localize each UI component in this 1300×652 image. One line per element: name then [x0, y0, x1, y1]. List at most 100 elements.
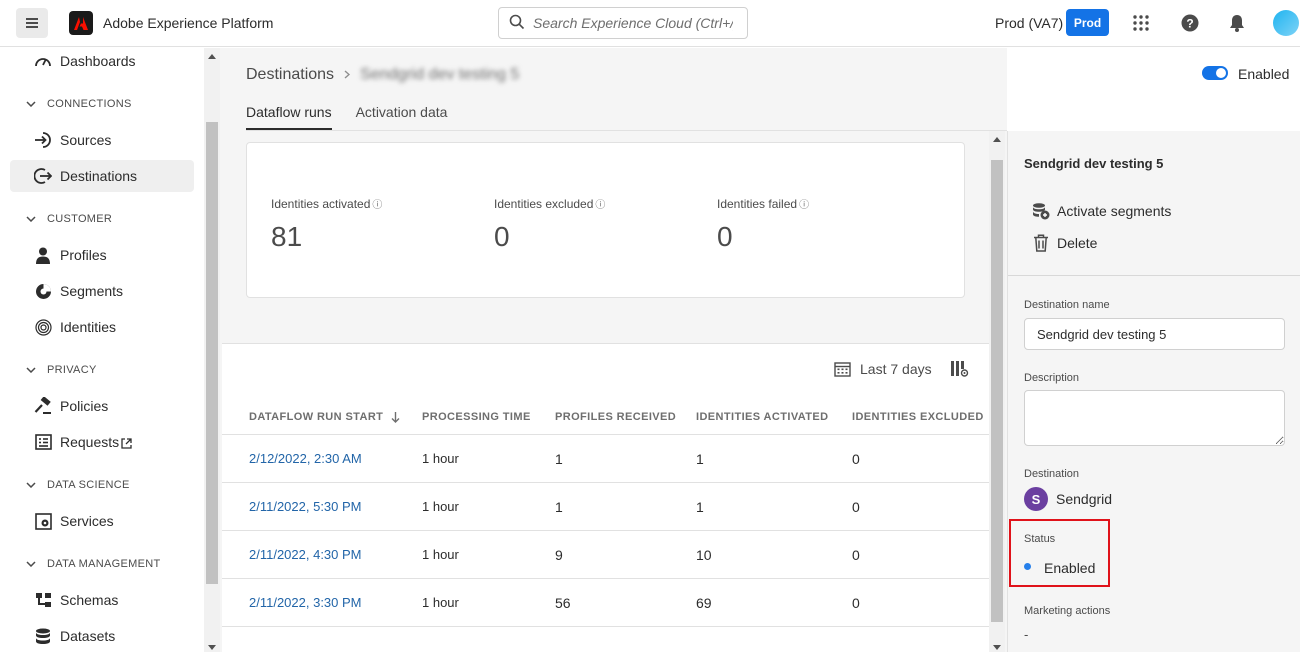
- activate-segments-label: Activate segments: [1057, 203, 1172, 219]
- hamburger-icon: [26, 17, 38, 29]
- run-start-link[interactable]: 2/11/2022, 4:30 PM: [249, 547, 362, 562]
- svg-text:?: ?: [1186, 17, 1193, 31]
- toggle-knob: [1216, 68, 1226, 78]
- column-header-profiles-received[interactable]: PROFILES RECEIVED: [555, 411, 676, 423]
- metric-value: 0: [494, 221, 510, 252]
- chevron-down-icon: [26, 367, 38, 373]
- run-start-link[interactable]: 2/11/2022, 3:30 PM: [249, 595, 362, 610]
- nav-section-customer[interactable]: CUSTOMER: [26, 211, 112, 227]
- sources-icon: [34, 131, 52, 149]
- run-start-link[interactable]: 2/12/2022, 2:30 AM: [249, 451, 362, 466]
- scrollbar-thumb[interactable]: [206, 122, 218, 584]
- sidebar-item-schemas[interactable]: Schemas: [10, 584, 194, 616]
- sidebar-item-label: Policies: [60, 398, 109, 414]
- table-row[interactable]: 2/11/2022, 4:30 PM 1 hour 9 10 0: [222, 531, 989, 579]
- sidebar-item-label: Profiles: [60, 247, 107, 263]
- sidebar-item-destinations[interactable]: Destinations: [10, 160, 194, 192]
- destination-value: Sendgrid: [1056, 491, 1113, 507]
- breadcrumb-destinations-link[interactable]: Destinations: [246, 66, 334, 84]
- nav-section-label: DATA SCIENCE: [47, 479, 130, 491]
- panel-divider: [1008, 275, 1300, 276]
- destination-label: Destination: [1024, 468, 1080, 480]
- processing-time-cell: 1 hour: [422, 595, 459, 610]
- sidebar-item-services[interactable]: Services: [10, 505, 194, 537]
- delete-button[interactable]: Delete: [1032, 234, 1097, 252]
- notifications-icon[interactable]: [1226, 12, 1248, 34]
- services-icon: [34, 512, 52, 530]
- sandbox-badge[interactable]: Prod: [1066, 9, 1109, 36]
- scroll-down-arrow-icon[interactable]: [993, 645, 1001, 650]
- destination-name-input[interactable]: [1024, 318, 1285, 350]
- nav-section-data-management[interactable]: DATA MANAGEMENT: [26, 556, 161, 572]
- identities-activated-cell: 1: [696, 499, 704, 515]
- tab-dataflow-runs[interactable]: Dataflow runs: [246, 104, 332, 130]
- app-title[interactable]: Adobe Experience Platform: [103, 15, 273, 31]
- date-filter[interactable]: Last 7 days: [834, 360, 969, 377]
- user-avatar[interactable]: [1273, 10, 1299, 36]
- adobe-logo-icon[interactable]: [69, 11, 93, 35]
- scroll-up-arrow-icon[interactable]: [208, 54, 216, 59]
- sidebar-item-datasets[interactable]: Datasets: [10, 620, 194, 652]
- search-box[interactable]: [498, 7, 748, 39]
- activate-segments-icon: [1032, 202, 1050, 220]
- status-dot-icon: [1024, 563, 1031, 570]
- main-content: Destinations Sendgrid dev testing 5 Data…: [220, 48, 1007, 652]
- main-scrollbar[interactable]: [989, 131, 1005, 652]
- sidebar-item-segments[interactable]: Segments: [10, 275, 194, 307]
- table-row[interactable]: 2/11/2022, 3:30 PM 1 hour 56 69 0: [222, 579, 989, 627]
- column-header-processing-time[interactable]: PROCESSING TIME: [422, 411, 531, 423]
- nav-section-data-science[interactable]: DATA SCIENCE: [26, 477, 130, 493]
- tab-activation-data[interactable]: Activation data: [356, 104, 448, 130]
- sidebar-scrollbar[interactable]: [204, 48, 220, 652]
- sidebar-item-profiles[interactable]: Profiles: [10, 239, 194, 271]
- info-icon[interactable]: ⓘ: [595, 196, 605, 211]
- identities-excluded-cell: 0: [852, 595, 860, 611]
- fingerprint-icon: [34, 318, 52, 336]
- nav-section-privacy[interactable]: PRIVACY: [26, 362, 97, 378]
- table-row[interactable]: 2/12/2022, 2:30 AM 1 hour 1 1 0: [222, 435, 989, 483]
- breadcrumb: Destinations Sendgrid dev testing 5: [246, 66, 519, 84]
- sidebar-item-dashboards[interactable]: Dashboards: [10, 48, 194, 77]
- scroll-down-arrow-icon[interactable]: [208, 645, 216, 650]
- destination-name-label: Destination name: [1024, 299, 1110, 311]
- metric-value: 81: [271, 221, 303, 252]
- chevron-down-icon: [26, 216, 38, 222]
- column-header-identities-excluded[interactable]: IDENTITIES EXCLUDED: [852, 411, 984, 423]
- scrollbar-thumb[interactable]: [991, 160, 1003, 622]
- nav-section-connections[interactable]: CONNECTIONS: [26, 96, 132, 112]
- sidebar-item-requests[interactable]: Requests: [10, 426, 194, 458]
- info-icon[interactable]: ⓘ: [372, 196, 382, 211]
- search-icon: [509, 14, 525, 33]
- metric-identities-failed: Identities failed ⓘ 0: [717, 196, 809, 253]
- tab-divider: [246, 130, 1007, 131]
- nav-section-label: PRIVACY: [47, 364, 97, 376]
- dashboard-icon: [34, 52, 52, 70]
- column-settings-icon[interactable]: [950, 360, 969, 377]
- enabled-toggle[interactable]: [1202, 66, 1228, 80]
- scroll-up-arrow-icon[interactable]: [993, 137, 1001, 142]
- org-switcher[interactable]: Prod (VA7): [995, 15, 1063, 31]
- sort-arrow-down-icon: [391, 411, 400, 423]
- menu-button[interactable]: [16, 8, 48, 38]
- status-highlight-box: [1009, 519, 1110, 587]
- sidebar-item-policies[interactable]: Policies: [10, 390, 194, 422]
- column-header-identities-activated[interactable]: IDENTITIES ACTIVATED: [696, 411, 828, 423]
- column-header-dataflow-run-start[interactable]: DATAFLOW RUN START: [249, 411, 400, 423]
- sidebar-item-identities[interactable]: Identities: [10, 311, 194, 343]
- help-icon[interactable]: ?: [1179, 12, 1201, 34]
- info-icon[interactable]: ⓘ: [799, 196, 809, 211]
- sidebar-item-label: Dashboards: [60, 53, 136, 69]
- run-start-link[interactable]: 2/11/2022, 5:30 PM: [249, 499, 362, 514]
- sidebar-item-sources[interactable]: Sources: [10, 124, 194, 156]
- search-input[interactable]: [533, 15, 733, 31]
- schema-icon: [34, 591, 52, 609]
- datasets-icon: [34, 627, 52, 645]
- panel-title: Sendgrid dev testing 5: [1024, 156, 1164, 171]
- marketing-actions-label: Marketing actions: [1024, 605, 1111, 617]
- description-textarea[interactable]: [1024, 390, 1285, 446]
- chevron-down-icon: [26, 101, 38, 107]
- table-row[interactable]: 2/11/2022, 5:30 PM 1 hour 1 1 0: [222, 483, 989, 531]
- activate-segments-button[interactable]: Activate segments: [1032, 202, 1171, 220]
- external-link-icon: [121, 436, 132, 452]
- app-switcher-icon[interactable]: [1130, 12, 1152, 34]
